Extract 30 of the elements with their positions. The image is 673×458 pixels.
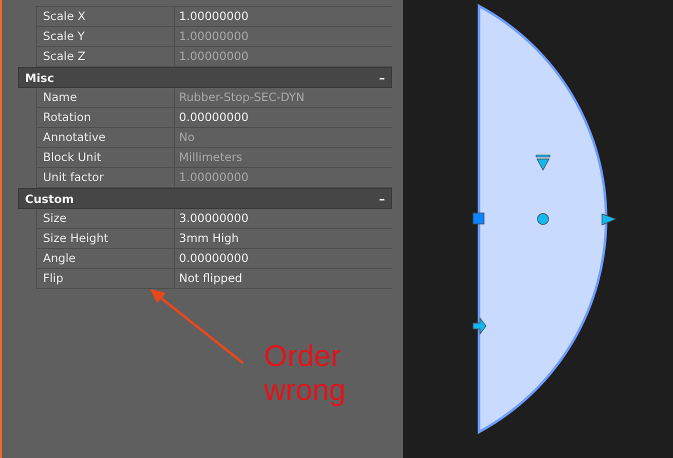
annotation-text: Order wrong: [264, 340, 346, 408]
circle-grip-icon[interactable]: [537, 213, 549, 225]
property-label: Scale Y: [37, 27, 175, 46]
property-label: Scale X: [37, 7, 175, 26]
property-label: Unit factor: [37, 168, 175, 187]
collapse-toggle[interactable]: –: [379, 70, 385, 84]
property-label: Name: [37, 88, 175, 107]
property-label: Annotative: [37, 128, 175, 147]
property-label: Angle: [37, 249, 175, 268]
arrow-grip-icon[interactable]: [472, 316, 486, 336]
property-value[interactable]: 0.00000000: [175, 108, 249, 127]
property-label: Rotation: [37, 108, 175, 127]
section-title: Misc: [25, 70, 54, 84]
section-title: Custom: [25, 192, 74, 206]
property-value[interactable]: Not flipped: [175, 269, 242, 288]
property-value[interactable]: 0.00000000: [175, 249, 249, 268]
property-value[interactable]: 3.00000000: [175, 209, 249, 228]
collapse-toggle[interactable]: –: [379, 192, 385, 206]
property-label: Flip: [37, 269, 175, 288]
section-header[interactable]: Misc –: [18, 67, 392, 88]
triangle-down-grip-icon[interactable]: [536, 154, 550, 171]
property-label: Size Height: [37, 229, 175, 248]
square-grip-icon[interactable]: [472, 212, 484, 224]
property-value[interactable]: 3mm High: [175, 229, 239, 248]
property-label: Block Unit: [37, 148, 175, 167]
section-header[interactable]: Custom –: [18, 188, 392, 209]
triangle-right-grip-icon[interactable]: [602, 214, 617, 226]
property-label: Scale Z: [37, 47, 175, 66]
property-value[interactable]: 1.00000000: [175, 7, 249, 26]
property-label: Size: [37, 209, 175, 228]
